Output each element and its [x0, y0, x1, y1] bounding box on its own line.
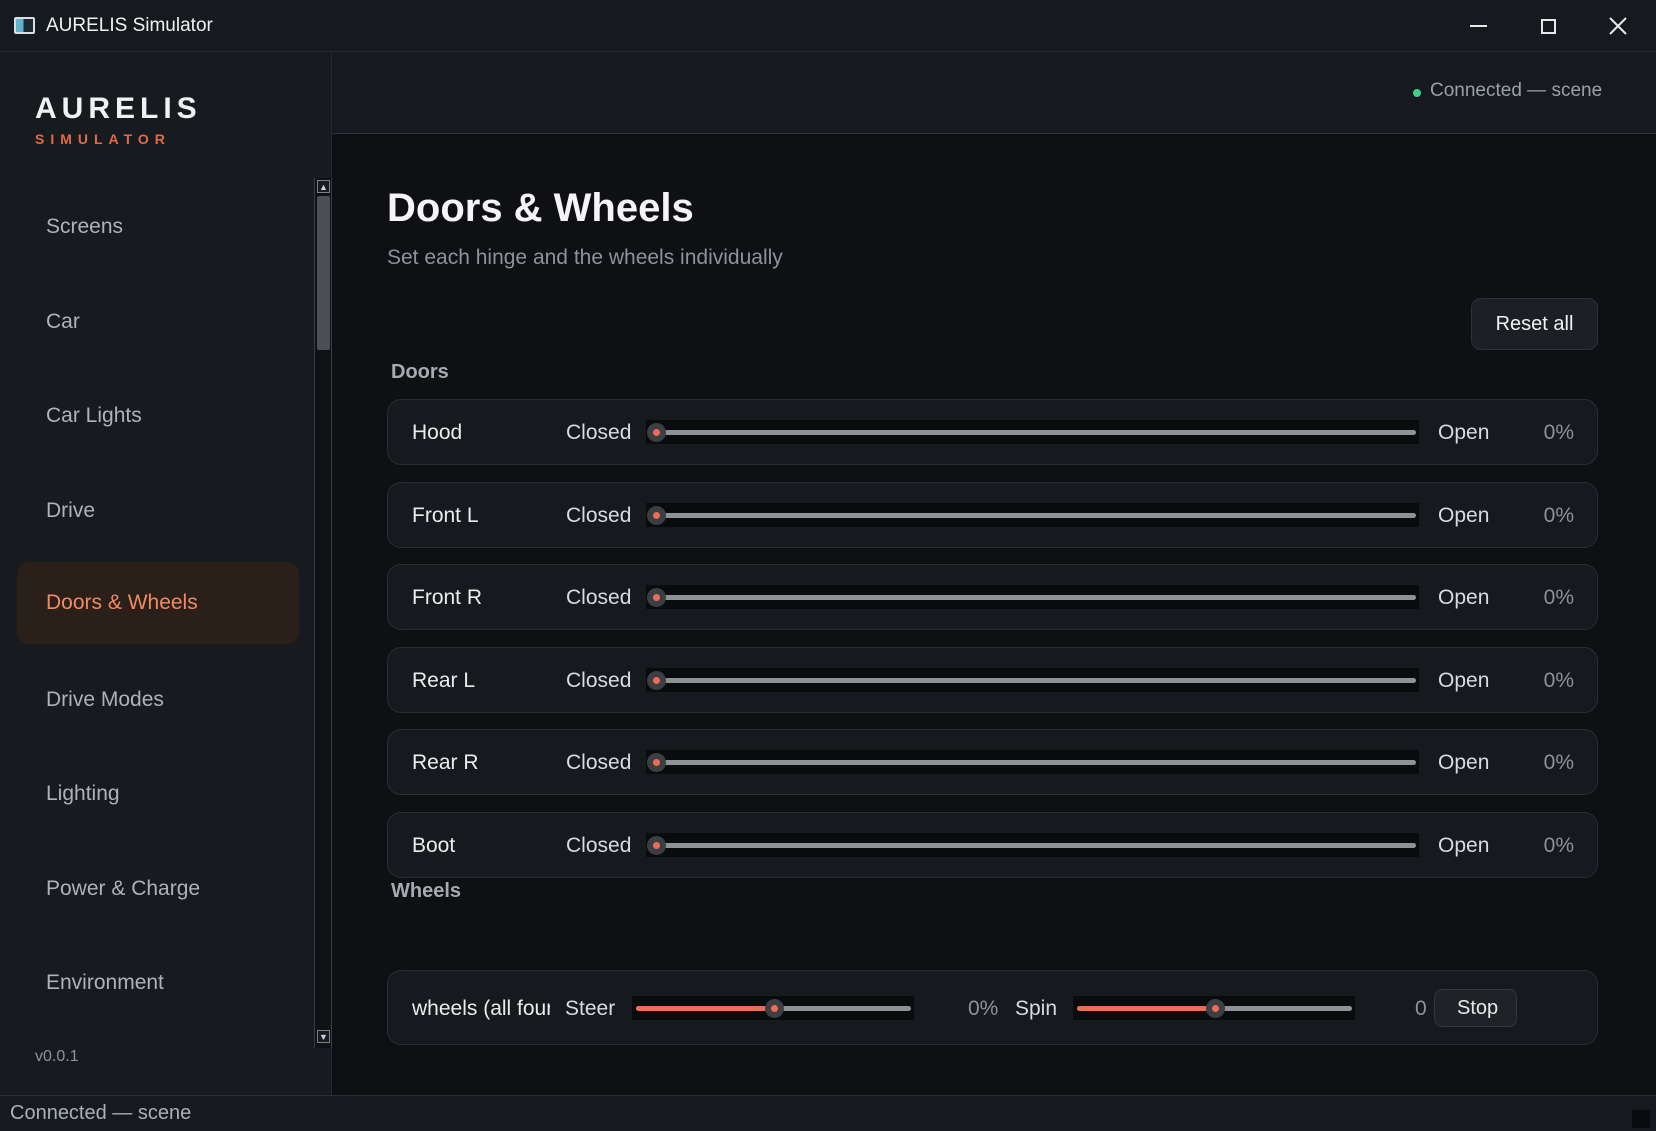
sidebar-item-doors-wheels[interactable]: Doors & Wheels [17, 562, 299, 644]
door-slider-track [656, 842, 1416, 848]
reset-all-button[interactable]: Reset all [1471, 298, 1598, 350]
closed-label: Closed [566, 833, 632, 857]
door-slider-track [656, 760, 1416, 765]
door-slider-thumb[interactable] [647, 505, 666, 525]
minimize-icon [1469, 25, 1487, 27]
door-slider-thumb[interactable] [647, 423, 666, 442]
door-name: Front L [412, 503, 479, 527]
sidebar-item-drive-modes[interactable]: Drive Modes [17, 659, 299, 741]
status-text: Connected — scene [10, 1102, 192, 1124]
door-slider-rear-l[interactable] [646, 667, 1419, 692]
door-slider-track [656, 512, 1416, 518]
steer-label: Steer [565, 997, 616, 1020]
stop-button[interactable]: Stop [1434, 989, 1517, 1027]
closed-label: Closed [566, 503, 632, 527]
doors-section-label: Doors [391, 361, 449, 383]
brand-subtitle: SIMULATOR [35, 131, 171, 147]
door-slider-hood[interactable] [646, 420, 1419, 444]
sidebar-item-power-charge[interactable]: Power & Charge [17, 848, 299, 930]
door-value: 0% [1543, 833, 1574, 857]
door-row-front-r: Front R Closed Open 0% [387, 564, 1598, 630]
sidebar-item-screens[interactable]: Screens [17, 186, 299, 268]
spin-label: Spin [1015, 997, 1058, 1020]
door-slider-track [656, 677, 1416, 683]
connection-status: Connected — scene [1430, 80, 1603, 101]
door-name: Hood [412, 421, 463, 444]
scroll-thumb[interactable] [317, 196, 330, 350]
app-icon [14, 17, 35, 34]
steer-value: 0% [968, 997, 999, 1020]
door-slider-front-r[interactable] [646, 585, 1419, 609]
door-value: 0% [1543, 586, 1574, 609]
sidebar-item-car[interactable]: Car [17, 281, 299, 363]
door-row-rear-l: Rear L Closed Open 0% [387, 646, 1598, 713]
open-label: Open [1438, 833, 1490, 857]
door-value: 0% [1543, 751, 1574, 774]
door-slider-track [656, 430, 1416, 435]
closed-label: Closed [566, 751, 632, 774]
door-slider-thumb[interactable] [647, 835, 666, 855]
sidebar-item-environment[interactable]: Environment [17, 942, 299, 1024]
door-row-rear-r: Rear R Closed Open 0% [387, 729, 1598, 795]
maximize-icon [1540, 18, 1556, 34]
steer-thumb[interactable] [764, 999, 784, 1018]
door-slider-track [656, 595, 1416, 600]
spin-fill [1077, 1006, 1215, 1011]
door-row-hood: Hood Closed Open 0% [387, 399, 1598, 465]
open-label: Open [1438, 421, 1490, 444]
sidebar: AURELIS SIMULATOR Screens Car Car Lights… [0, 52, 332, 1095]
sidebar-item-drive[interactable]: Drive [17, 470, 299, 552]
window-title: AURELIS Simulator [46, 15, 213, 36]
door-slider-thumb[interactable] [647, 753, 666, 772]
resize-grip-icon[interactable] [1632, 1110, 1650, 1128]
close-icon [1609, 17, 1627, 35]
version-label: v0.0.1 [35, 1048, 79, 1065]
wheels-section-label: Wheels [391, 880, 462, 902]
scroll-down-icon[interactable]: ▼ [317, 1030, 330, 1043]
door-row-front-l: Front L Closed Open 0% [387, 481, 1598, 548]
sidebar-item-lighting[interactable]: Lighting [17, 753, 299, 835]
spin-thumb[interactable] [1205, 999, 1225, 1018]
door-name: Rear R [412, 751, 479, 774]
wheels-row: wheels (all four) Steer 0% Spin 0 rpm St… [387, 970, 1598, 1045]
close-button[interactable] [1583, 0, 1653, 52]
door-slider-thumb[interactable] [647, 588, 666, 607]
wheels-name: wheels (all four) [412, 997, 550, 1020]
page-title: Doors & Wheels [387, 186, 694, 230]
open-label: Open [1438, 751, 1490, 774]
sidebar-scrollbar[interactable]: ▲ ▼ [314, 178, 332, 1048]
status-bar: Connected — scene [0, 1095, 1656, 1131]
door-name: Boot [412, 833, 456, 857]
door-slider-front-l[interactable] [646, 502, 1419, 527]
closed-label: Closed [566, 586, 632, 609]
door-name: Rear L [412, 668, 476, 692]
closed-label: Closed [566, 421, 632, 444]
door-value: 0% [1543, 421, 1574, 444]
door-slider-thumb[interactable] [647, 670, 666, 690]
open-label: Open [1438, 503, 1490, 527]
door-value: 0% [1543, 503, 1574, 527]
title-bar: AURELIS Simulator [0, 0, 1656, 52]
steer-slider[interactable] [632, 996, 914, 1020]
open-label: Open [1438, 668, 1490, 692]
open-label: Open [1438, 586, 1490, 609]
brand-name: AURELIS [35, 92, 202, 125]
header-bar: Connected — scene [332, 52, 1656, 134]
door-slider-rear-r[interactable] [646, 750, 1419, 774]
scroll-up-icon[interactable]: ▲ [317, 180, 330, 193]
maximize-button[interactable] [1513, 0, 1583, 52]
door-slider-boot[interactable] [646, 832, 1419, 857]
closed-label: Closed [566, 668, 632, 692]
main-content: Doors & Wheels Set each hinge and the wh… [332, 134, 1656, 1095]
door-row-boot: Boot Closed Open 0% [387, 811, 1598, 878]
spin-slider[interactable] [1073, 996, 1355, 1020]
page-subtitle: Set each hinge and the wheels individual… [387, 246, 783, 269]
steer-fill [636, 1006, 774, 1011]
minimize-button[interactable] [1443, 0, 1513, 52]
door-value: 0% [1543, 668, 1574, 692]
connection-status-icon [1413, 89, 1421, 97]
sidebar-item-car-lights[interactable]: Car Lights [17, 375, 299, 457]
door-name: Front R [412, 586, 483, 609]
